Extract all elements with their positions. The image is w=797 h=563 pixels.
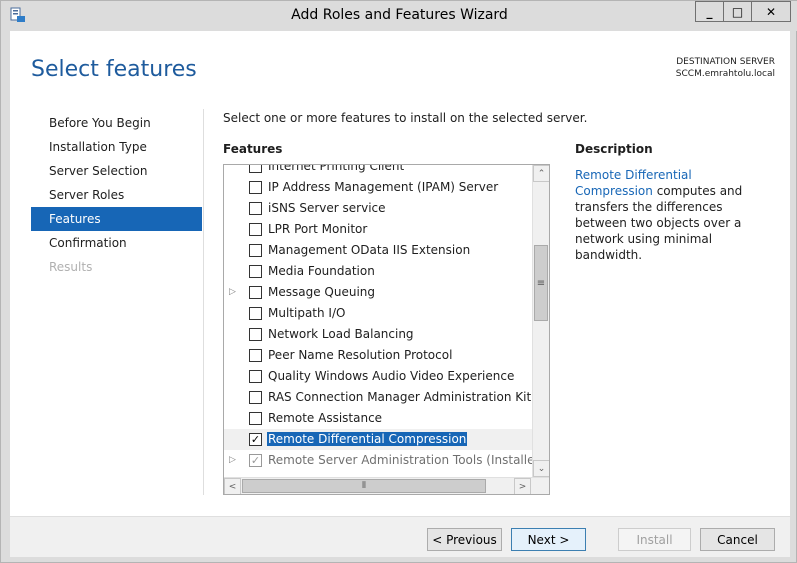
destination-label: DESTINATION SERVER xyxy=(676,57,775,67)
nav-item-installation-type[interactable]: Installation Type xyxy=(31,135,202,159)
scroll-down-button[interactable]: ⌄ xyxy=(533,460,549,477)
feature-checkbox[interactable]: ✓ xyxy=(249,433,262,446)
feature-row[interactable]: Management OData IIS Extension xyxy=(224,240,532,261)
nav-item-server-selection[interactable]: Server Selection xyxy=(31,159,202,183)
maximize-button[interactable]: □ xyxy=(723,1,751,22)
expand-arrow-icon[interactable]: ▷ xyxy=(229,455,236,465)
nav-item-before-you-begin[interactable]: Before You Begin xyxy=(31,111,202,135)
vertical-scrollbar[interactable]: ⌃ ≡ ⌄ xyxy=(532,165,549,477)
feature-label: Peer Name Resolution Protocol xyxy=(268,348,453,362)
horizontal-scrollbar[interactable]: < ⦀ > xyxy=(224,477,549,494)
next-button[interactable]: Next > xyxy=(511,528,586,551)
install-button: Install xyxy=(618,528,691,551)
feature-row[interactable]: Quality Windows Audio Video Experience xyxy=(224,366,532,387)
nav-item-confirmation[interactable]: Confirmation xyxy=(31,231,202,255)
nav-item-results: Results xyxy=(49,260,93,274)
feature-checkbox[interactable] xyxy=(249,412,262,425)
wizard-window: Add Roles and Features Wizard _ □ ✕ Sele… xyxy=(0,0,797,563)
wizard-footer: < Previous Next > Install Cancel xyxy=(10,516,790,557)
expand-arrow-icon[interactable]: ▷ xyxy=(229,287,236,297)
feature-row[interactable]: LPR Port Monitor xyxy=(224,219,532,240)
feature-row[interactable]: Remote Assistance xyxy=(224,408,532,429)
feature-label: Message Queuing xyxy=(268,285,376,299)
feature-checkbox[interactable] xyxy=(249,181,262,194)
feature-checkbox[interactable] xyxy=(249,370,262,383)
feature-row[interactable]: Multipath I/O xyxy=(224,303,532,324)
horizontal-scroll-thumb[interactable]: ⦀ xyxy=(242,479,486,493)
scroll-left-button[interactable]: < xyxy=(224,478,241,494)
feature-row[interactable]: ✓ Remote Differential Compression xyxy=(224,429,532,450)
feature-checkbox[interactable] xyxy=(249,391,262,404)
page-title: Select features xyxy=(31,57,197,82)
destination-server-name: SCCM.emrahtolu.local xyxy=(675,69,775,79)
feature-label: RAS Connection Manager Administration Ki… xyxy=(268,390,550,404)
vertical-scroll-thumb[interactable]: ≡ xyxy=(534,245,548,321)
window-title: Add Roles and Features Wizard xyxy=(291,7,508,23)
feature-label: iSNS Server service xyxy=(268,201,386,215)
minimize-button[interactable]: _ xyxy=(695,1,723,22)
nav-item-server-roles[interactable]: Server Roles xyxy=(31,183,202,207)
description-text: Remote Differential Compression computes… xyxy=(575,167,765,263)
scroll-right-button[interactable]: > xyxy=(514,478,531,494)
destination-server: DESTINATION SERVER SCCM.emrahtolu.local xyxy=(676,56,775,80)
close-button[interactable]: ✕ xyxy=(751,1,791,22)
feature-label: Management OData IIS Extension xyxy=(268,243,471,257)
scroll-up-button[interactable]: ⌃ xyxy=(533,165,549,182)
cancel-button[interactable]: Cancel xyxy=(700,528,775,551)
feature-checkbox: ✓ xyxy=(249,454,262,467)
features-list: Internet Printing Client IP Address Manag… xyxy=(224,164,549,471)
feature-label: Remote Assistance xyxy=(268,411,383,425)
feature-row[interactable]: ▷ ✓ Remote Server Administration Tools (In… xyxy=(224,450,547,471)
feature-row[interactable]: Media Foundation xyxy=(224,261,532,282)
feature-checkbox[interactable] xyxy=(249,286,262,299)
wizard-nav: Before You Begin Installation Type Serve… xyxy=(31,111,202,279)
feature-label: Remote Server Administration Tools (Inst… xyxy=(268,453,547,467)
feature-checkbox[interactable] xyxy=(249,223,262,236)
feature-label: Internet Printing Client xyxy=(268,164,405,173)
feature-row[interactable]: Network Load Balancing xyxy=(224,324,532,345)
previous-button[interactable]: < Previous xyxy=(427,528,502,551)
feature-label: Network Load Balancing xyxy=(268,327,414,341)
nav-item-features[interactable]: Features xyxy=(31,207,202,231)
description-heading: Description xyxy=(575,142,653,156)
feature-checkbox[interactable] xyxy=(249,307,262,320)
wizard-content: Select features DESTINATION SERVER SCCM.… xyxy=(10,31,790,557)
feature-checkbox[interactable] xyxy=(249,349,262,362)
feature-label: IP Address Management (IPAM) Server xyxy=(268,180,499,194)
feature-row[interactable]: Peer Name Resolution Protocol xyxy=(224,345,532,366)
feature-label: LPR Port Monitor xyxy=(268,222,368,236)
feature-row[interactable]: iSNS Server service xyxy=(224,198,532,219)
feature-label: Remote Differential Compression xyxy=(267,432,468,446)
title-bar[interactable]: Add Roles and Features Wizard _ □ ✕ xyxy=(1,1,797,31)
feature-checkbox[interactable] xyxy=(249,202,262,215)
feature-row[interactable]: IP Address Management (IPAM) Server xyxy=(224,177,532,198)
feature-row[interactable]: Internet Printing Client xyxy=(224,164,532,177)
feature-checkbox[interactable] xyxy=(249,265,262,278)
feature-row[interactable]: RAS Connection Manager Administration Ki… xyxy=(224,387,549,408)
feature-label: Multipath I/O xyxy=(268,306,346,320)
features-tree[interactable]: Internet Printing Client IP Address Manag… xyxy=(223,164,550,495)
nav-divider xyxy=(203,109,204,495)
instruction-text: Select one or more features to install o… xyxy=(223,111,588,125)
feature-checkbox[interactable] xyxy=(249,328,262,341)
feature-checkbox[interactable] xyxy=(249,165,262,173)
feature-label: Media Foundation xyxy=(268,264,375,278)
features-heading: Features xyxy=(223,142,283,156)
feature-label: Quality Windows Audio Video Experience xyxy=(268,369,515,383)
feature-checkbox[interactable] xyxy=(249,244,262,257)
feature-row[interactable]: ▷ Message Queuing xyxy=(224,282,532,303)
